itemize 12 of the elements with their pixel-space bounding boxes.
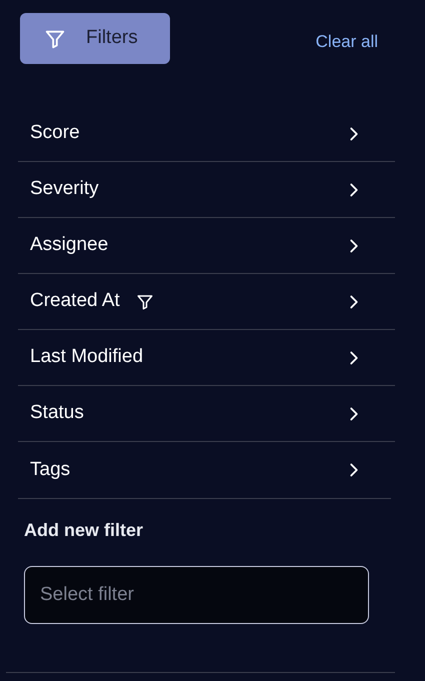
filter-row[interactable]: Status [18,386,395,442]
filter-row[interactable]: Severity [18,162,395,218]
filter-row[interactable]: Last Modified [18,330,395,386]
select-filter-field[interactable]: Select filter [24,566,369,624]
filter-icon [136,292,154,310]
filters-button[interactable]: Filters [20,13,170,64]
filter-row[interactable]: Created At [18,274,395,330]
filter-row[interactable]: Assignee [18,218,395,274]
add-filter-heading: Add new filter [24,519,144,542]
filter-row[interactable]: Score [18,106,395,162]
filter-row[interactable]: Tags [18,442,395,498]
clear-all-link[interactable]: Clear all [316,29,378,54]
